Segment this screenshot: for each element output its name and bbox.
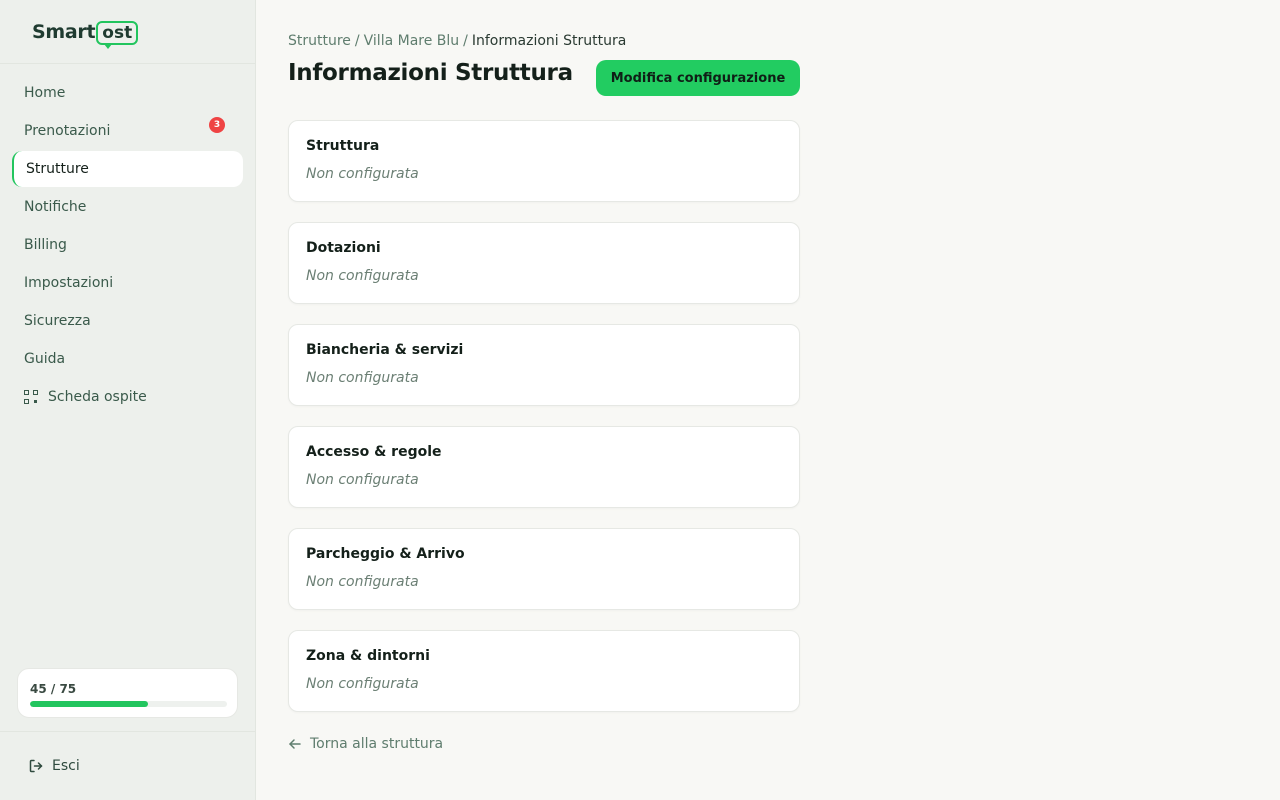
section-card-accesso[interactable]: Accesso & regole Non configurata bbox=[288, 426, 800, 508]
sidebar-item-label: Billing bbox=[24, 237, 67, 253]
notification-badge: 3 bbox=[209, 117, 225, 133]
quota-card: 45 / 75 bbox=[17, 668, 238, 718]
sidebar: Smart ost Home Prenotazioni Strutture No… bbox=[0, 0, 256, 800]
edit-configuration-button[interactable]: Modifica configurazione bbox=[596, 60, 800, 96]
sidebar-item-label: Notifiche bbox=[24, 199, 87, 215]
section-status: Non configurata bbox=[306, 574, 419, 590]
divider bbox=[0, 63, 255, 64]
breadcrumb-separator: / bbox=[463, 33, 468, 49]
section-status: Non configurata bbox=[306, 268, 419, 284]
logout-icon bbox=[29, 759, 43, 773]
sidebar-item-prenotazioni[interactable]: Prenotazioni bbox=[12, 113, 243, 149]
sidebar-item-guida[interactable]: Guida bbox=[12, 341, 243, 377]
section-status: Non configurata bbox=[306, 370, 419, 386]
section-title: Dotazioni bbox=[306, 240, 381, 256]
section-title: Zona & dintorni bbox=[306, 648, 430, 664]
breadcrumb-current: Informazioni Struttura bbox=[471, 33, 627, 49]
sidebar-item-label: Home bbox=[24, 85, 66, 101]
page-title: Informazioni Struttura bbox=[288, 60, 573, 86]
section-title: Parcheggio & Arrivo bbox=[306, 546, 465, 562]
arrow-left-icon bbox=[289, 739, 301, 749]
sidebar-item-sicurezza[interactable]: Sicurezza bbox=[12, 303, 243, 339]
section-card-parcheggio[interactable]: Parcheggio & Arrivo Non configurata bbox=[288, 528, 800, 610]
section-title: Accesso & regole bbox=[306, 444, 442, 460]
quota-label: 45 / 75 bbox=[30, 682, 77, 696]
section-status: Non configurata bbox=[306, 472, 419, 488]
logo-bubble: ost bbox=[96, 21, 139, 49]
section-card-zona[interactable]: Zona & dintorni Non configurata bbox=[288, 630, 800, 712]
sidebar-item-impostazioni[interactable]: Impostazioni bbox=[12, 265, 243, 301]
logo[interactable]: Smart ost bbox=[32, 18, 139, 49]
section-card-dotazioni[interactable]: Dotazioni Non configurata bbox=[288, 222, 800, 304]
back-to-property-link[interactable]: Torna alla struttura bbox=[288, 736, 443, 752]
sidebar-item-label: Sicurezza bbox=[24, 313, 91, 329]
section-card-struttura[interactable]: Struttura Non configurata bbox=[288, 120, 800, 202]
back-link-label: Torna alla struttura bbox=[310, 736, 444, 752]
section-status: Non configurata bbox=[306, 166, 419, 182]
breadcrumb-separator: / bbox=[354, 33, 360, 49]
breadcrumb-link-villa[interactable]: Villa Mare Blu bbox=[364, 33, 460, 49]
logout-label: Esci bbox=[52, 758, 80, 774]
qr-code-icon bbox=[24, 390, 38, 404]
sidebar-item-home[interactable]: Home bbox=[12, 75, 243, 111]
sidebar-item-billing[interactable]: Billing bbox=[12, 227, 243, 263]
sidebar-item-label: Scheda ospite bbox=[48, 389, 147, 405]
sidebar-item-label: Impostazioni bbox=[24, 275, 114, 291]
sidebar-item-strutture[interactable]: Strutture bbox=[12, 151, 243, 187]
divider bbox=[0, 731, 255, 732]
breadcrumb-link-strutture[interactable]: Strutture bbox=[288, 33, 351, 49]
sidebar-item-label: Prenotazioni bbox=[24, 123, 111, 139]
quota-progress-bar bbox=[30, 701, 227, 707]
sidebar-item-notifiche[interactable]: Notifiche bbox=[12, 189, 243, 225]
logo-text: Smart bbox=[32, 21, 96, 43]
section-status: Non configurata bbox=[306, 676, 419, 692]
logout-button[interactable]: Esci bbox=[28, 755, 80, 777]
quota-progress-fill bbox=[30, 701, 149, 707]
sidebar-item-scheda-ospite[interactable]: Scheda ospite bbox=[12, 379, 243, 415]
sidebar-item-label: Guida bbox=[24, 351, 66, 367]
section-card-biancheria[interactable]: Biancheria & servizi Non configurata bbox=[288, 324, 800, 406]
section-title: Biancheria & servizi bbox=[306, 342, 464, 358]
section-title: Struttura bbox=[306, 138, 380, 154]
sidebar-item-label: Strutture bbox=[26, 161, 89, 177]
breadcrumb: Strutture / Villa Mare Blu / Informazioni St… bbox=[288, 33, 626, 49]
